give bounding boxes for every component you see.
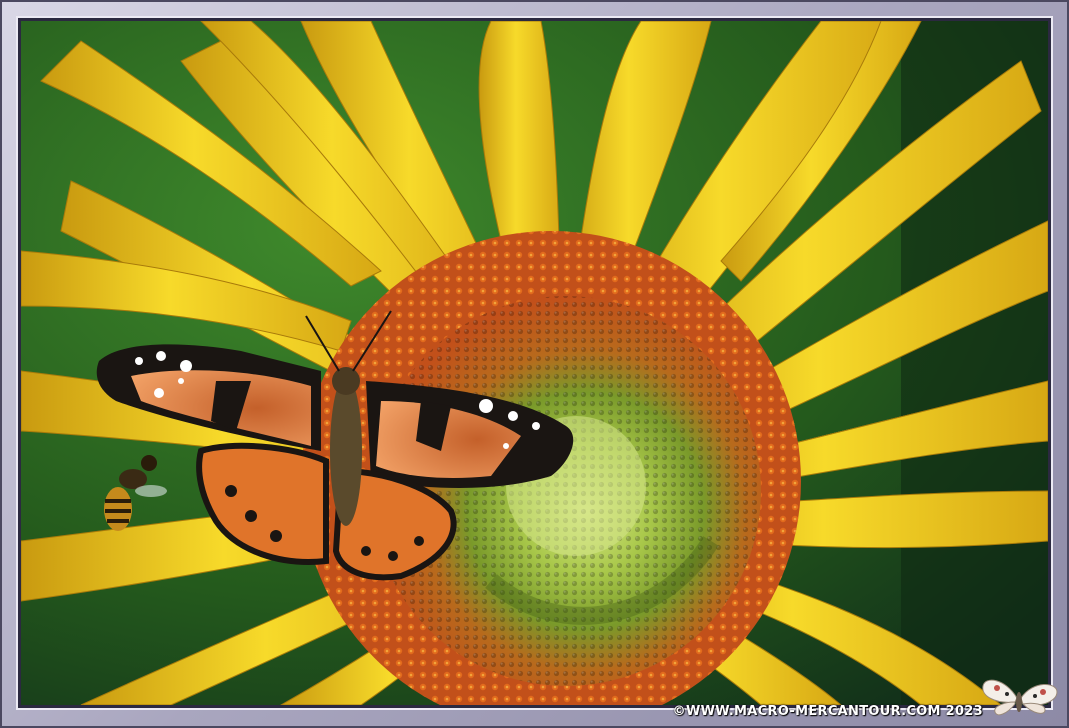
watermark-text: ©WWW.MACRO-MERCANTOUR.COM 2023 (672, 704, 983, 719)
butterfly-logo-icon (982, 679, 1058, 716)
photo (21, 21, 1048, 705)
